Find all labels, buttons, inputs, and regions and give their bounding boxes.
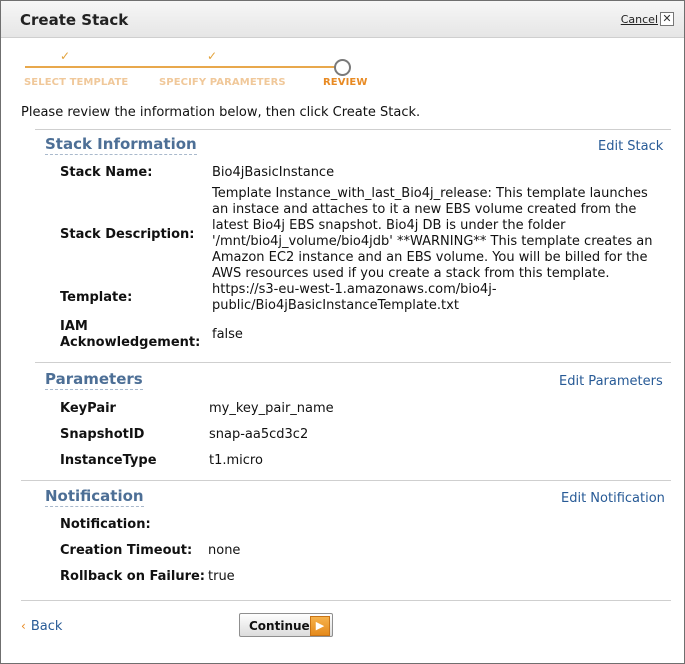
back-link[interactable]: ‹ Back (21, 619, 62, 634)
continue-label: Continue (249, 619, 310, 633)
instance-type-value: t1.micro (209, 453, 263, 468)
description-line: an instace and attaches to it a new EBS … (212, 202, 637, 217)
template-url-line: https://s3-eu-west-1.amazonaws.com/bio4j… (212, 282, 497, 297)
description-line: latest Bio4j EBS snapshot. Bio4j DB is u… (212, 218, 566, 233)
create-stack-dialog: Create Stack Cancel ✕ ✓ ✓ SELECT TEMPLAT… (0, 0, 685, 664)
description-line: AWS resources used if you create a stack… (212, 266, 610, 281)
notification-label: Notification: (60, 517, 151, 532)
label-line: IAM (60, 319, 88, 334)
wizard-step-specify-parameters: SPECIFY PARAMETERS (159, 77, 286, 88)
description-line: Template Instance_with_last_Bio4j_releas… (212, 186, 648, 201)
dialog-title: Create Stack (20, 11, 129, 29)
label-line: Acknowledgement: (60, 335, 201, 350)
continue-button[interactable]: Continue ▶ (239, 613, 333, 637)
template-url-line: public/Bio4jBasicInstanceTemplate.txt (212, 298, 459, 313)
step-complete-check-icon: ✓ (60, 49, 71, 63)
section-title-stack-information: Stack Information (45, 135, 197, 155)
stack-description-label: Stack Description: (60, 227, 195, 242)
review-instructions: Please review the information below, the… (21, 105, 421, 120)
template-label: Template: (60, 290, 133, 305)
creation-timeout-label: Creation Timeout: (60, 543, 193, 558)
snapshot-id-label: SnapshotID (60, 427, 145, 442)
keypair-label: KeyPair (60, 401, 116, 416)
edit-notification-link[interactable]: Edit Notification (561, 491, 665, 506)
section-title-notification: Notification (45, 487, 144, 507)
rollback-on-failure-value: true (208, 569, 235, 584)
divider (21, 480, 671, 481)
snapshot-id-value: snap-aa5cd3c2 (209, 427, 309, 442)
close-icon[interactable]: ✕ (660, 12, 674, 26)
iam-acknowledgement-value: false (212, 327, 243, 342)
edit-stack-link[interactable]: Edit Stack (598, 139, 663, 154)
current-step-circle-icon (334, 59, 351, 76)
iam-acknowledgement-label: IAM Acknowledgement: (60, 319, 200, 351)
dialog-titlebar: Create Stack Cancel ✕ (1, 1, 684, 38)
edit-parameters-link[interactable]: Edit Parameters (559, 374, 663, 389)
wizard-step-select-template: SELECT TEMPLATE (24, 77, 129, 88)
back-label: Back (30, 619, 63, 634)
wizard-progress-line (25, 66, 335, 68)
wizard-step-review: REVIEW (323, 77, 368, 88)
keypair-value: my_key_pair_name (209, 401, 334, 416)
instance-type-label: InstanceType (60, 453, 157, 468)
creation-timeout-value: none (208, 543, 241, 558)
description-line: '/mnt/bio4j_volume/bio4jdb' **WARNING** … (212, 234, 653, 249)
section-title-parameters: Parameters (45, 370, 143, 390)
stack-name-value: Bio4jBasicInstance (212, 165, 335, 180)
back-arrow-icon: ‹ (21, 619, 26, 633)
divider (35, 362, 671, 363)
description-line: Amazon EC2 instance and an EBS volume. Y… (212, 250, 648, 265)
footer-divider (21, 600, 671, 601)
stack-name-label: Stack Name: (60, 165, 153, 180)
stack-description-value: Template Instance_with_last_Bio4j_releas… (212, 186, 652, 282)
play-arrow-icon: ▶ (310, 616, 330, 636)
rollback-on-failure-label: Rollback on Failure: (60, 569, 206, 584)
step-complete-check-icon: ✓ (207, 49, 218, 63)
divider (35, 129, 671, 130)
cancel-link[interactable]: Cancel (621, 13, 658, 26)
template-url-value: https://s3-eu-west-1.amazonaws.com/bio4j… (212, 282, 497, 314)
